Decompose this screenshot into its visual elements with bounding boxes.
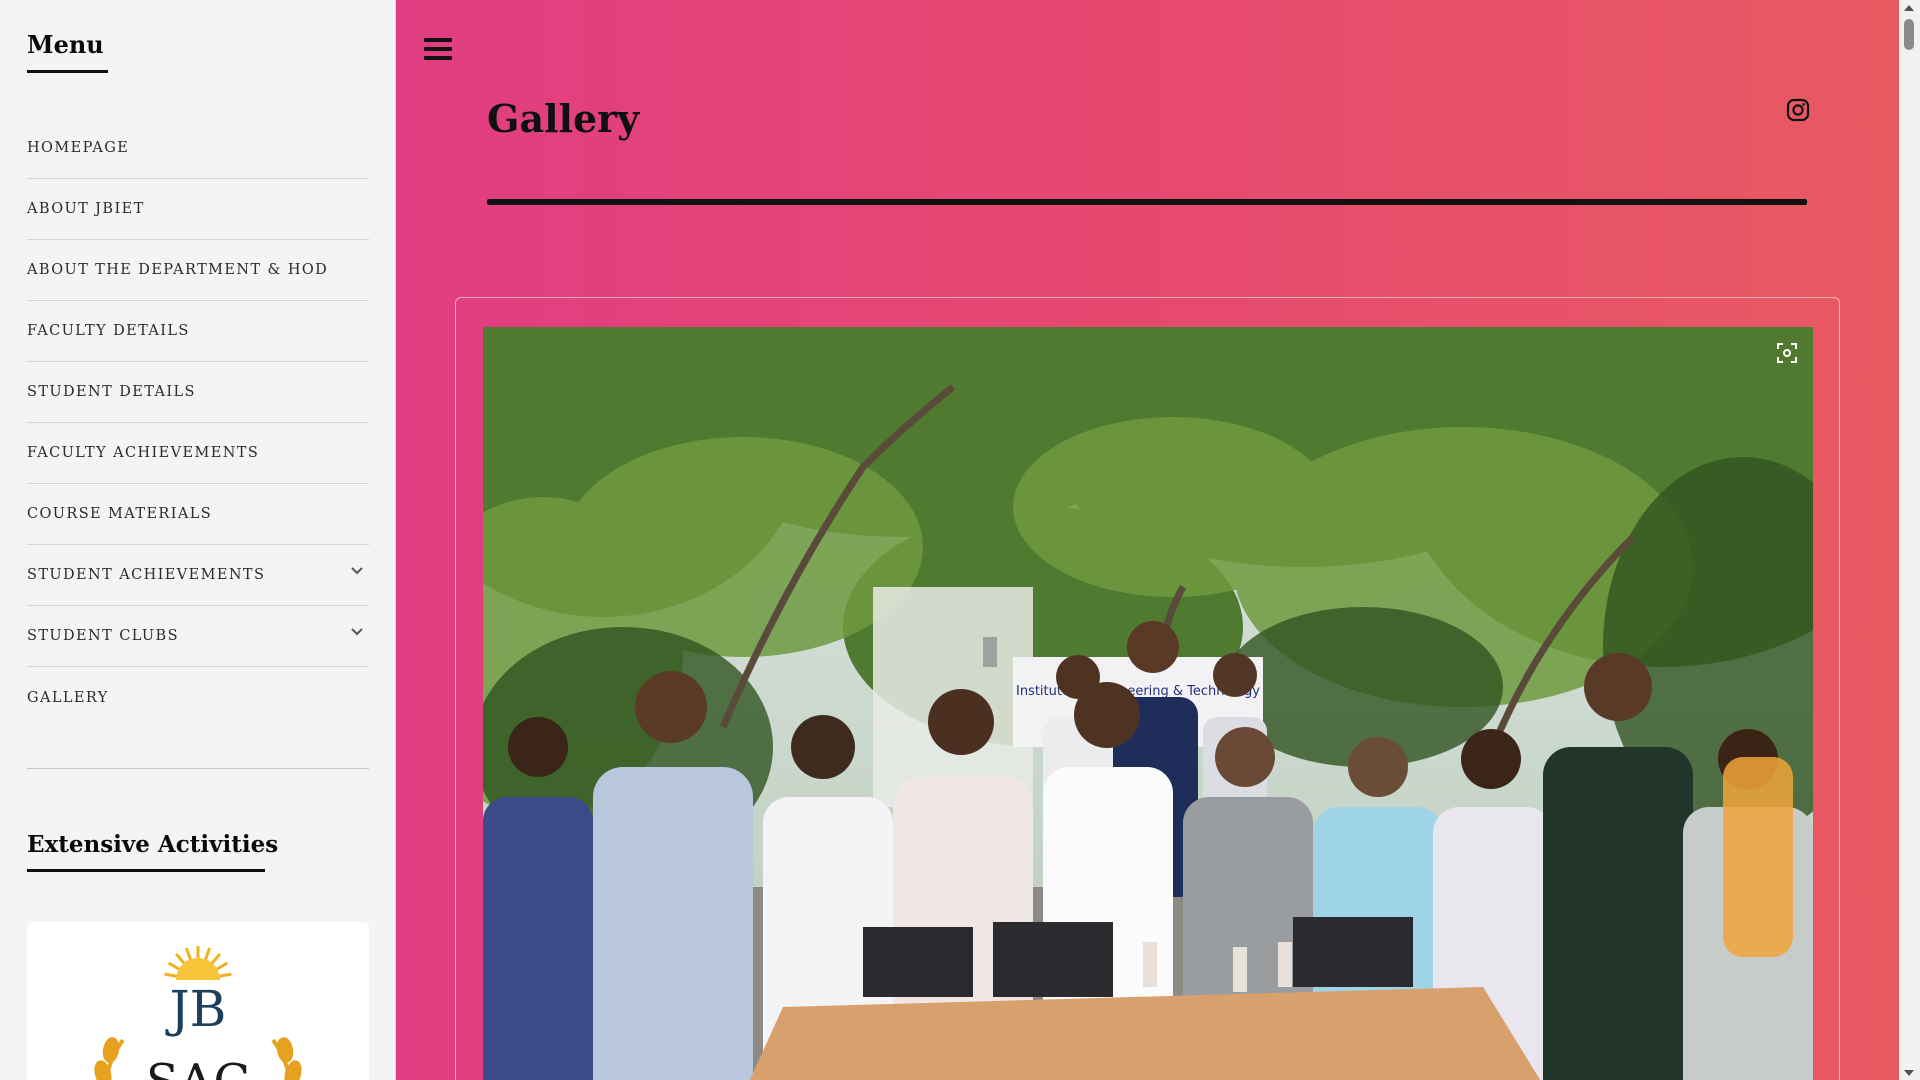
group-photo-illustration: Institute of Engineering & Technology (483, 327, 1813, 1080)
sidebar-item-about-jbiet[interactable]: ABOUT JBIET (27, 179, 369, 240)
page-title: Gallery (487, 96, 640, 141)
sidebar-item-faculty-achievements[interactable]: FACULTY ACHIEVEMENTS (27, 423, 369, 484)
scrollbar-thumb[interactable] (1904, 19, 1914, 50)
sidebar-item-student-achievements[interactable]: STUDENT ACHIEVEMENTS (27, 545, 369, 606)
gallery-image[interactable]: Institute of Engineering & Technology (483, 327, 1813, 1080)
sidebar-item-label: STUDENT DETAILS (27, 384, 196, 400)
sidebar-item-faculty-details[interactable]: FACULTY DETAILS (27, 301, 369, 362)
menu-heading: Menu (27, 30, 108, 73)
scroll-up-arrow-icon[interactable] (1904, 5, 1914, 11)
sidebar-item-about-the-department-hod[interactable]: ABOUT THE DEPARTMENT & HOD (27, 240, 369, 301)
sidebar: Menu HOMEPAGE ABOUT JBIET ABOUT THE DEPART… (0, 0, 396, 1080)
sidebar-item-label: COURSE MATERIALS (27, 506, 213, 522)
page-scrollbar[interactable] (1899, 0, 1920, 1080)
scroll-down-arrow-icon[interactable] (1904, 1070, 1914, 1076)
sidebar-item-label: GALLERY (27, 689, 109, 706)
logo-subtext: SAC (146, 1054, 250, 1080)
laurel-left (94, 1037, 125, 1080)
sidebar-divider (27, 768, 369, 769)
sidebar-item-label: STUDENT CLUBS (27, 628, 179, 644)
sidebar-item-label: FACULTY ACHIEVEMENTS (27, 445, 260, 461)
logo-monogram: JB (165, 980, 227, 1038)
chevron-down-icon[interactable] (349, 563, 365, 579)
chevron-down-icon[interactable] (349, 624, 365, 640)
hamburger-icon[interactable] (424, 38, 452, 62)
sac-logo-card[interactable]: JB SAC (27, 922, 369, 1080)
sidebar-item-student-details[interactable]: STUDENT DETAILS (27, 362, 369, 423)
laurel-right (271, 1037, 302, 1080)
jb-sac-logo: JB SAC (94, 946, 302, 1080)
sidebar-item-label: ABOUT JBIET (27, 201, 145, 217)
sidebar-item-label: STUDENT ACHIEVEMENTS (27, 567, 266, 583)
fullscreen-icon[interactable] (1775, 341, 1799, 365)
main-content: Gallery Institute of Engineering & Techn… (396, 0, 1899, 1080)
sidebar-item-label: FACULTY DETAILS (27, 323, 190, 339)
gallery-card: Institute of Engineering & Technology (455, 297, 1840, 1080)
sidebar-item-label: ABOUT THE DEPARTMENT & HOD (27, 262, 329, 278)
sidebar-item-student-clubs[interactable]: STUDENT CLUBS (27, 606, 369, 667)
title-underline (487, 199, 1807, 205)
instagram-icon[interactable] (1786, 98, 1810, 122)
sidebar-item-course-materials[interactable]: COURSE MATERIALS (27, 484, 369, 545)
sun-rays (164, 946, 232, 980)
extensive-activities-heading: Extensive Activities (27, 831, 278, 872)
sidebar-item-label: HOMEPAGE (27, 140, 130, 156)
sidebar-nav: HOMEPAGE ABOUT JBIET ABOUT THE DEPARTMENT … (27, 118, 369, 728)
sidebar-item-gallery[interactable]: GALLERY (27, 667, 369, 728)
sidebar-item-homepage[interactable]: HOMEPAGE (27, 118, 369, 179)
